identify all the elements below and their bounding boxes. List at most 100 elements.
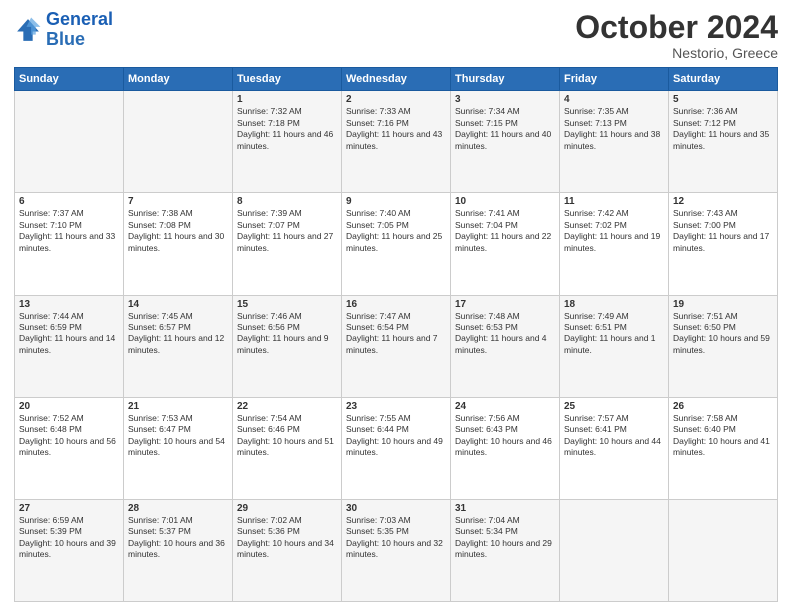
col-monday: Monday (124, 68, 233, 91)
sunrise-text: Sunrise: 7:04 AMSunset: 5:34 PMDaylight:… (455, 515, 552, 559)
day-number: 4 (564, 94, 664, 105)
location: Nestorio, Greece (575, 45, 778, 61)
table-cell: 1 Sunrise: 7:32 AMSunset: 7:18 PMDayligh… (233, 91, 342, 193)
table-cell: 11 Sunrise: 7:42 AMSunset: 7:02 PMDaylig… (560, 193, 669, 295)
day-number: 1 (237, 94, 337, 105)
sunrise-text: Sunrise: 7:55 AMSunset: 6:44 PMDaylight:… (346, 413, 443, 457)
table-cell: 21 Sunrise: 7:53 AMSunset: 6:47 PMDaylig… (124, 397, 233, 499)
day-number: 31 (455, 503, 555, 514)
sunrise-text: Sunrise: 7:02 AMSunset: 5:36 PMDaylight:… (237, 515, 334, 559)
sunrise-text: Sunrise: 7:43 AMSunset: 7:00 PMDaylight:… (673, 208, 769, 252)
sunrise-text: Sunrise: 7:51 AMSunset: 6:50 PMDaylight:… (673, 311, 770, 355)
logo: General Blue (14, 10, 113, 50)
table-row: 27 Sunrise: 6:59 AMSunset: 5:39 PMDaylig… (15, 499, 778, 601)
sunrise-text: Sunrise: 6:59 AMSunset: 5:39 PMDaylight:… (19, 515, 116, 559)
day-number: 28 (128, 503, 228, 514)
sunrise-text: Sunrise: 7:46 AMSunset: 6:56 PMDaylight:… (237, 311, 329, 355)
sunrise-text: Sunrise: 7:49 AMSunset: 6:51 PMDaylight:… (564, 311, 656, 355)
day-number: 13 (19, 299, 119, 310)
table-row: 1 Sunrise: 7:32 AMSunset: 7:18 PMDayligh… (15, 91, 778, 193)
sunrise-text: Sunrise: 7:52 AMSunset: 6:48 PMDaylight:… (19, 413, 116, 457)
table-cell: 6 Sunrise: 7:37 AMSunset: 7:10 PMDayligh… (15, 193, 124, 295)
table-cell (124, 91, 233, 193)
day-number: 9 (346, 196, 446, 207)
table-cell: 3 Sunrise: 7:34 AMSunset: 7:15 PMDayligh… (451, 91, 560, 193)
table-cell: 29 Sunrise: 7:02 AMSunset: 5:36 PMDaylig… (233, 499, 342, 601)
table-row: 6 Sunrise: 7:37 AMSunset: 7:10 PMDayligh… (15, 193, 778, 295)
table-cell: 2 Sunrise: 7:33 AMSunset: 7:16 PMDayligh… (342, 91, 451, 193)
table-cell: 24 Sunrise: 7:56 AMSunset: 6:43 PMDaylig… (451, 397, 560, 499)
table-cell: 17 Sunrise: 7:48 AMSunset: 6:53 PMDaylig… (451, 295, 560, 397)
sunrise-text: Sunrise: 7:53 AMSunset: 6:47 PMDaylight:… (128, 413, 225, 457)
sunrise-text: Sunrise: 7:44 AMSunset: 6:59 PMDaylight:… (19, 311, 115, 355)
day-number: 16 (346, 299, 446, 310)
sunrise-text: Sunrise: 7:03 AMSunset: 5:35 PMDaylight:… (346, 515, 443, 559)
sunrise-text: Sunrise: 7:41 AMSunset: 7:04 PMDaylight:… (455, 208, 551, 252)
logo-text: General Blue (46, 10, 113, 50)
month-title: October 2024 (575, 10, 778, 45)
day-number: 10 (455, 196, 555, 207)
table-cell: 28 Sunrise: 7:01 AMSunset: 5:37 PMDaylig… (124, 499, 233, 601)
table-cell: 22 Sunrise: 7:54 AMSunset: 6:46 PMDaylig… (233, 397, 342, 499)
table-cell: 19 Sunrise: 7:51 AMSunset: 6:50 PMDaylig… (669, 295, 778, 397)
day-number: 30 (346, 503, 446, 514)
table-cell: 8 Sunrise: 7:39 AMSunset: 7:07 PMDayligh… (233, 193, 342, 295)
day-number: 7 (128, 196, 228, 207)
col-saturday: Saturday (669, 68, 778, 91)
day-number: 5 (673, 94, 773, 105)
col-thursday: Thursday (451, 68, 560, 91)
day-number: 25 (564, 401, 664, 412)
day-number: 6 (19, 196, 119, 207)
table-cell: 12 Sunrise: 7:43 AMSunset: 7:00 PMDaylig… (669, 193, 778, 295)
day-number: 22 (237, 401, 337, 412)
sunrise-text: Sunrise: 7:36 AMSunset: 7:12 PMDaylight:… (673, 106, 769, 150)
table-cell: 27 Sunrise: 6:59 AMSunset: 5:39 PMDaylig… (15, 499, 124, 601)
title-block: October 2024 Nestorio, Greece (575, 10, 778, 61)
day-number: 18 (564, 299, 664, 310)
day-number: 12 (673, 196, 773, 207)
sunrise-text: Sunrise: 7:48 AMSunset: 6:53 PMDaylight:… (455, 311, 547, 355)
day-number: 14 (128, 299, 228, 310)
sunrise-text: Sunrise: 7:54 AMSunset: 6:46 PMDaylight:… (237, 413, 334, 457)
table-cell: 13 Sunrise: 7:44 AMSunset: 6:59 PMDaylig… (15, 295, 124, 397)
sunrise-text: Sunrise: 7:37 AMSunset: 7:10 PMDaylight:… (19, 208, 115, 252)
table-cell: 30 Sunrise: 7:03 AMSunset: 5:35 PMDaylig… (342, 499, 451, 601)
calendar-page: General Blue October 2024 Nestorio, Gree… (0, 0, 792, 612)
sunrise-text: Sunrise: 7:39 AMSunset: 7:07 PMDaylight:… (237, 208, 333, 252)
col-wednesday: Wednesday (342, 68, 451, 91)
logo-line2: Blue (46, 29, 85, 49)
table-cell: 9 Sunrise: 7:40 AMSunset: 7:05 PMDayligh… (342, 193, 451, 295)
table-cell: 25 Sunrise: 7:57 AMSunset: 6:41 PMDaylig… (560, 397, 669, 499)
sunrise-text: Sunrise: 7:40 AMSunset: 7:05 PMDaylight:… (346, 208, 442, 252)
sunrise-text: Sunrise: 7:58 AMSunset: 6:40 PMDaylight:… (673, 413, 770, 457)
table-row: 20 Sunrise: 7:52 AMSunset: 6:48 PMDaylig… (15, 397, 778, 499)
sunrise-text: Sunrise: 7:47 AMSunset: 6:54 PMDaylight:… (346, 311, 438, 355)
sunrise-text: Sunrise: 7:35 AMSunset: 7:13 PMDaylight:… (564, 106, 660, 150)
sunrise-text: Sunrise: 7:38 AMSunset: 7:08 PMDaylight:… (128, 208, 224, 252)
table-cell: 7 Sunrise: 7:38 AMSunset: 7:08 PMDayligh… (124, 193, 233, 295)
day-number: 15 (237, 299, 337, 310)
table-cell: 23 Sunrise: 7:55 AMSunset: 6:44 PMDaylig… (342, 397, 451, 499)
table-cell: 16 Sunrise: 7:47 AMSunset: 6:54 PMDaylig… (342, 295, 451, 397)
col-sunday: Sunday (15, 68, 124, 91)
table-cell: 31 Sunrise: 7:04 AMSunset: 5:34 PMDaylig… (451, 499, 560, 601)
sunrise-text: Sunrise: 7:01 AMSunset: 5:37 PMDaylight:… (128, 515, 225, 559)
table-cell: 18 Sunrise: 7:49 AMSunset: 6:51 PMDaylig… (560, 295, 669, 397)
sunrise-text: Sunrise: 7:57 AMSunset: 6:41 PMDaylight:… (564, 413, 661, 457)
day-number: 21 (128, 401, 228, 412)
day-number: 8 (237, 196, 337, 207)
col-friday: Friday (560, 68, 669, 91)
calendar-table: Sunday Monday Tuesday Wednesday Thursday… (14, 67, 778, 602)
day-number: 29 (237, 503, 337, 514)
day-number: 20 (19, 401, 119, 412)
table-cell (15, 91, 124, 193)
table-cell (669, 499, 778, 601)
table-cell: 5 Sunrise: 7:36 AMSunset: 7:12 PMDayligh… (669, 91, 778, 193)
sunrise-text: Sunrise: 7:34 AMSunset: 7:15 PMDaylight:… (455, 106, 551, 150)
day-number: 19 (673, 299, 773, 310)
logo-line1: General (46, 9, 113, 29)
day-number: 26 (673, 401, 773, 412)
table-cell: 20 Sunrise: 7:52 AMSunset: 6:48 PMDaylig… (15, 397, 124, 499)
sunrise-text: Sunrise: 7:45 AMSunset: 6:57 PMDaylight:… (128, 311, 224, 355)
table-cell: 10 Sunrise: 7:41 AMSunset: 7:04 PMDaylig… (451, 193, 560, 295)
